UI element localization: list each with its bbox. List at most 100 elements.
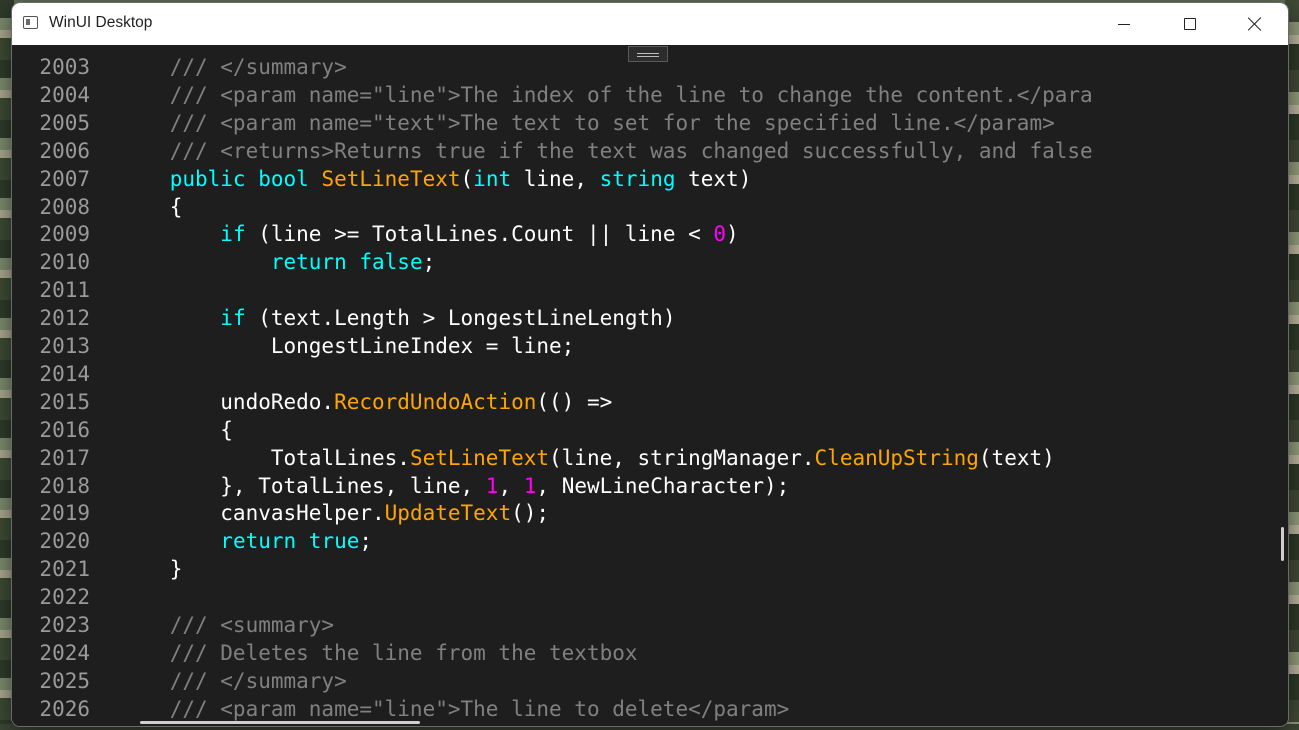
code-text: return true; xyxy=(18,527,372,555)
code-token: CleanUpString xyxy=(814,445,979,470)
line-number: 2014 xyxy=(39,361,90,386)
code-line[interactable]: 2026 /// <param name="line">The line to … xyxy=(12,695,1274,723)
code-token: (); xyxy=(511,501,550,526)
code-line[interactable]: 2016 { xyxy=(12,416,1274,444)
minimize-icon xyxy=(1118,23,1130,25)
code-line[interactable]: 2018 }, TotalLines, line, 1, 1, NewLineC… xyxy=(12,472,1274,500)
code-line[interactable]: 2022 xyxy=(12,583,1274,611)
close-icon xyxy=(1248,17,1262,31)
code-token: /// <summary> xyxy=(18,613,335,637)
code-token: ( xyxy=(460,166,474,191)
code-line[interactable]: 2009 if (line >= TotalLines.Count || lin… xyxy=(12,220,1274,248)
code-text: }, TotalLines, line, 1, 1, NewLineCharac… xyxy=(18,472,789,500)
code-token: string xyxy=(599,166,676,191)
code-line[interactable]: 2015 undoRedo.RecordUndoAction(() => xyxy=(12,388,1274,416)
code-token: TotalLines. xyxy=(18,445,410,470)
maximize-icon xyxy=(1184,18,1196,30)
code-text: if (line >= TotalLines.Count || line < 0… xyxy=(18,220,739,248)
code-line[interactable]: 2007 public bool SetLineText(int line, s… xyxy=(12,165,1274,193)
code-token: (line >= TotalLines.Count || line < xyxy=(245,222,714,247)
code-token: ; xyxy=(359,529,373,554)
code-line[interactable]: 2014 xyxy=(12,360,1274,388)
code-token: (text) xyxy=(978,445,1055,470)
code-token: canvasHelper. xyxy=(18,501,385,526)
code-token: if xyxy=(220,222,246,247)
code-line[interactable]: 2005 /// <param name="text">The text to … xyxy=(12,109,1274,137)
app-window: WinUI Desktop 2003 /// </summary> 2004 //… xyxy=(12,3,1288,726)
code-text: undoRedo.RecordUndoAction(() => xyxy=(18,388,612,416)
code-token: undoRedo. xyxy=(18,389,335,414)
code-line[interactable]: 2003 /// </summary> xyxy=(12,53,1274,81)
code-line[interactable]: 2012 if (text.Length > LongestLineLength… xyxy=(12,304,1274,332)
code-token: , NewLineCharacter); xyxy=(536,473,790,498)
code-token: /// <param name="text">The text to set f… xyxy=(18,110,1055,135)
code-token: } xyxy=(18,557,183,582)
code-text: { xyxy=(18,193,183,221)
code-text: canvasHelper.UpdateText(); xyxy=(18,499,549,527)
code-token: int xyxy=(473,166,512,191)
code-token: , xyxy=(498,473,524,498)
code-token: /// </summary> xyxy=(18,668,347,693)
code-text: return false; xyxy=(18,248,435,276)
code-token: ; xyxy=(422,250,436,275)
code-text: /// <param name="line">The line to delet… xyxy=(18,695,790,723)
code-line[interactable]: 2006 /// <returns>Returns true if the te… xyxy=(12,137,1274,165)
code-line[interactable]: 2013 LongestLineIndex = line; xyxy=(12,332,1274,360)
code-text: /// Deletes the line from the textbox xyxy=(18,639,638,667)
code-line[interactable]: 2010 return false; xyxy=(12,248,1274,276)
line-number: 2022 xyxy=(39,585,90,610)
code-line[interactable]: 2025 /// </summary> xyxy=(12,667,1274,695)
code-token: { xyxy=(18,417,233,442)
code-token: /// <param name="line">The line to delet… xyxy=(18,696,790,721)
code-token: /// <returns>Returns true if the text wa… xyxy=(18,138,1093,163)
code-text: /// </summary> xyxy=(18,53,347,81)
vertical-scrollbar[interactable] xyxy=(1281,527,1284,561)
code-line[interactable]: 2008 { xyxy=(12,193,1274,221)
code-line[interactable]: 2021 } xyxy=(12,555,1274,583)
code-token: /// </summary> xyxy=(18,55,347,79)
code-text: /// <param name="text">The text to set f… xyxy=(18,109,1055,137)
horizontal-scrollbar[interactable] xyxy=(140,721,420,724)
code-token: SetLineText xyxy=(321,166,461,191)
code-token: 1 xyxy=(485,473,499,498)
code-token: RecordUndoAction xyxy=(334,389,537,414)
line-number: 2011 xyxy=(39,278,90,303)
code-token: if xyxy=(220,306,246,331)
code-text: /// <summary> xyxy=(18,611,334,639)
code-line[interactable]: 2020 return true; xyxy=(12,527,1274,555)
code-token: (() => xyxy=(536,389,613,414)
code-text: LongestLineIndex = line; xyxy=(18,332,574,360)
code-token: (line, stringManager. xyxy=(549,445,815,470)
code-line[interactable]: 2017 TotalLines.SetLineText(line, string… xyxy=(12,444,1274,472)
code-token: return false xyxy=(270,250,423,275)
close-button[interactable] xyxy=(1232,3,1278,45)
code-token: (text.Length > LongestLineLength) xyxy=(245,306,676,331)
title-bar[interactable]: WinUI Desktop xyxy=(12,3,1288,45)
code-text: } xyxy=(18,555,183,583)
code-line[interactable]: 2004 /// <param name="line">The index of… xyxy=(12,81,1274,109)
code-token: /// Deletes the line from the textbox xyxy=(18,640,638,665)
code-editor[interactable]: 2003 /// </summary> 2004 /// <param name=… xyxy=(12,45,1288,726)
code-token: UpdateText xyxy=(384,501,512,526)
code-text: if (text.Length > LongestLineLength) xyxy=(18,304,675,332)
window-title: WinUI Desktop xyxy=(49,14,153,31)
code-text: /// </summary> xyxy=(18,667,347,695)
code-line[interactable]: 2019 canvasHelper.UpdateText(); xyxy=(12,499,1274,527)
maximize-button[interactable] xyxy=(1167,3,1213,45)
code-line[interactable]: 2024 /// Deletes the line from the textb… xyxy=(12,639,1274,667)
code-line[interactable]: 2011 xyxy=(12,276,1274,304)
code-token: ) xyxy=(726,222,739,247)
code-token: return true xyxy=(220,529,360,554)
code-token: SetLineText xyxy=(409,445,550,470)
code-text: public bool SetLineText(int line, string… xyxy=(18,165,752,193)
code-line[interactable]: 2023 /// <summary> xyxy=(12,611,1274,639)
minimize-button[interactable] xyxy=(1101,3,1147,45)
code-text: /// <param name="line">The index of the … xyxy=(18,81,1093,109)
code-token: public bool xyxy=(169,166,322,191)
app-icon xyxy=(23,16,38,29)
